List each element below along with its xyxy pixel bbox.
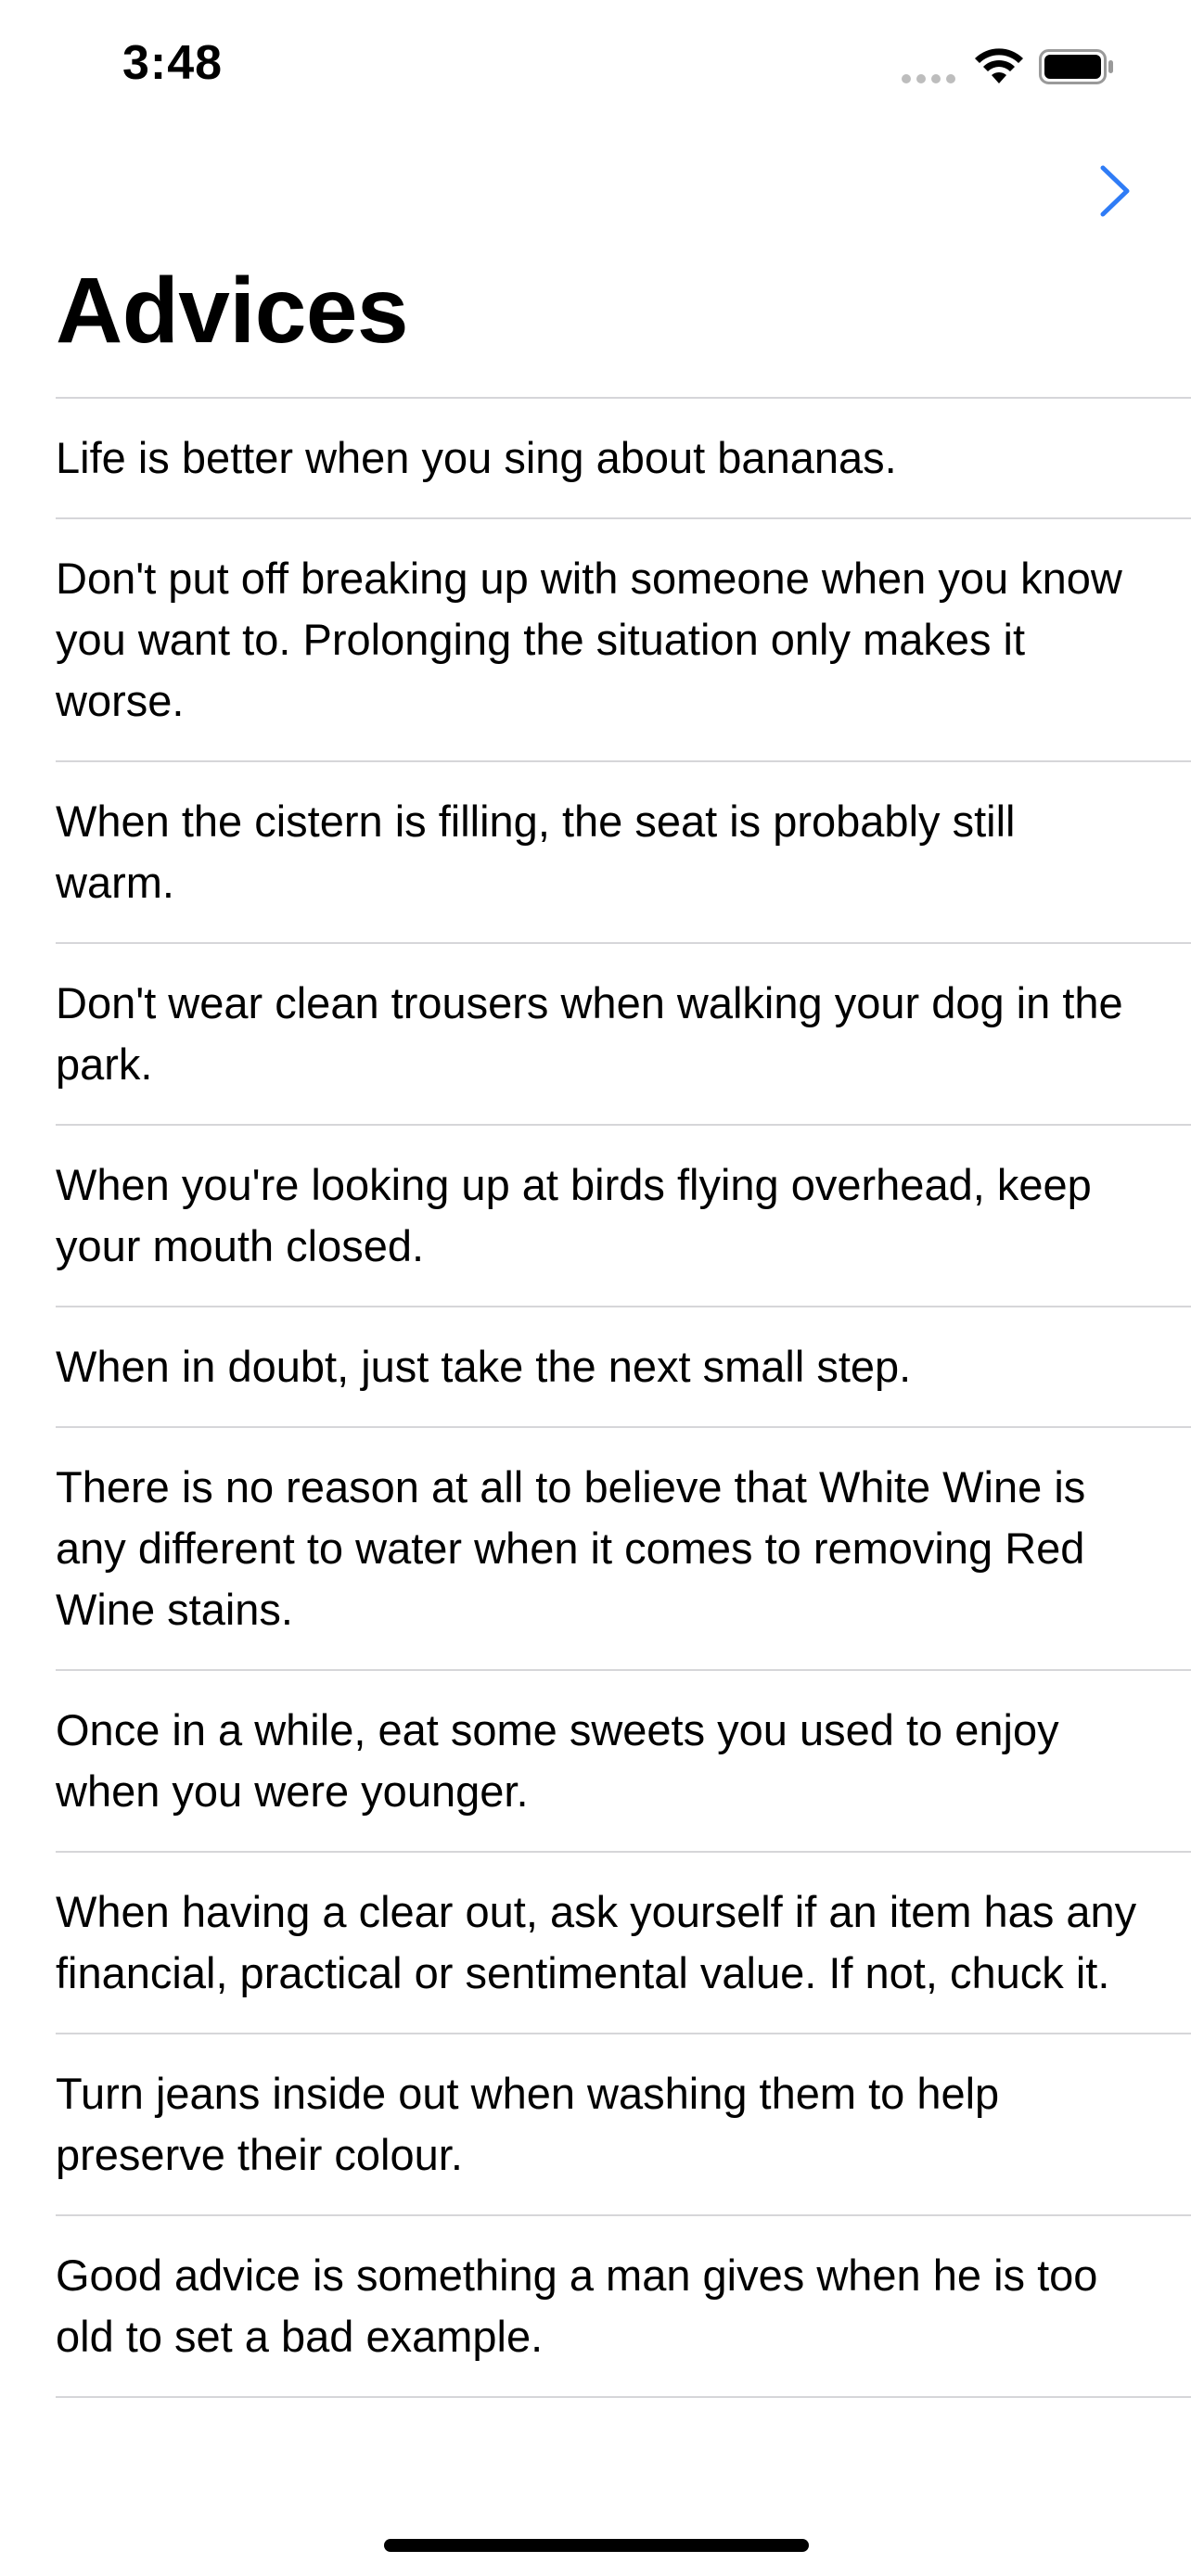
advice-row[interactable]: Life is better when you sing about banan… bbox=[56, 399, 1191, 519]
advice-row[interactable]: Don't put off breaking up with someone w… bbox=[56, 519, 1191, 762]
advice-row[interactable]: When having a clear out, ask yourself if… bbox=[56, 1853, 1191, 2034]
advice-list: Life is better when you sing about banan… bbox=[56, 397, 1191, 2398]
advice-row[interactable]: When in doubt, just take the next small … bbox=[56, 1307, 1191, 1428]
page-title: Advices bbox=[56, 259, 409, 363]
advice-row[interactable]: When the cistern is filling, the seat is… bbox=[56, 762, 1191, 944]
advice-row[interactable]: Turn jeans inside out when washing them … bbox=[56, 2034, 1191, 2216]
status-bar: 3:48 bbox=[0, 0, 1191, 130]
advice-row[interactable]: Once in a while, eat some sweets you use… bbox=[56, 1671, 1191, 1853]
advice-row[interactable]: There is no reason at all to believe tha… bbox=[56, 1428, 1191, 1671]
wifi-icon bbox=[975, 48, 1023, 83]
advice-row[interactable]: When you're looking up at birds flying o… bbox=[56, 1126, 1191, 1307]
cellular-signal-icon bbox=[902, 74, 957, 83]
battery-icon bbox=[1039, 49, 1113, 84]
home-indicator[interactable] bbox=[384, 2539, 809, 2552]
advice-row[interactable]: Don't wear clean trousers when walking y… bbox=[56, 944, 1191, 1126]
status-time: 3:48 bbox=[122, 36, 224, 90]
forward-button[interactable] bbox=[1091, 158, 1139, 224]
chevron-right-icon bbox=[1100, 165, 1130, 217]
advice-row[interactable]: Good advice is something a man gives whe… bbox=[56, 2216, 1191, 2398]
